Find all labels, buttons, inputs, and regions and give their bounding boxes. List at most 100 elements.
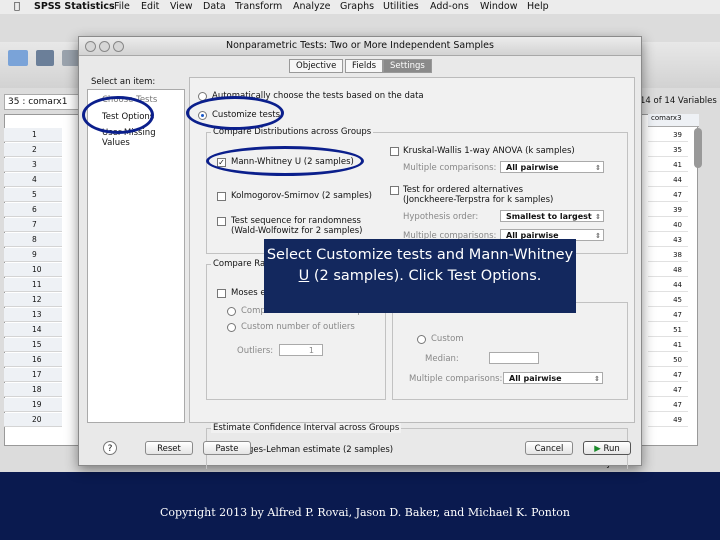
menu-analyze[interactable]: Analyze [293,1,330,12]
data-cell[interactable]: 47 [648,383,688,397]
row-number[interactable]: 18 [4,383,62,397]
select-item-label: Select an item: [91,77,156,87]
data-cell[interactable]: 39 [648,128,688,142]
run-label: Run [603,444,620,454]
menu-spss-statistics[interactable]: SPSS Statistics [34,1,115,12]
open-folder-icon[interactable] [8,50,28,66]
menu-data[interactable]: Data [203,1,226,12]
callout-underlined: U [298,268,310,284]
data-cell[interactable]: 41 [648,158,688,172]
run-button[interactable]: ▶ Run [583,441,631,455]
row-number[interactable]: 13 [4,308,62,322]
outliers-value: 1 [308,346,314,355]
chevron-down-icon: ⇕ [594,375,600,383]
tab-objective[interactable]: Objective [289,59,344,73]
row-number[interactable]: 16 [4,353,62,367]
estimate-ci-title: Estimate Confidence Interval across Grou… [211,423,402,433]
copyright-footer: Copyright 2013 by Alfred P. Rovai, Jason… [160,506,570,519]
custom-outliers-label: Custom number of outliers [241,322,355,332]
data-cell[interactable]: 48 [648,263,688,277]
moses-checkbox[interactable] [217,289,226,298]
compute-outliers-radio[interactable] [227,307,236,316]
multiple-comparisons-value-3: All pairwise [509,374,562,383]
menu-file[interactable]: File [114,1,130,12]
row-number[interactable]: 11 [4,278,62,292]
test-options-highlight [82,96,154,134]
data-cell[interactable]: 47 [648,368,688,382]
row-number[interactable]: 14 [4,323,62,337]
menu-transform[interactable]: Transform [235,1,282,12]
custom-outliers-radio[interactable] [227,323,236,332]
row-number[interactable]: 20 [4,413,62,427]
item-list: Choose Tests Test Options User-Missing V… [87,89,185,423]
data-cell[interactable]: 44 [648,173,688,187]
vertical-scrollbar[interactable] [694,128,702,168]
row-number[interactable]: 7 [4,218,62,232]
menu-add-ons[interactable]: Add-ons [430,1,469,12]
row-number[interactable]: 8 [4,233,62,247]
data-cell[interactable]: 44 [648,278,688,292]
apple-icon[interactable]:  [14,1,20,12]
median-field[interactable] [489,352,539,364]
data-cell[interactable]: 51 [648,323,688,337]
data-cell[interactable]: 35 [648,143,688,157]
row-number[interactable]: 19 [4,398,62,412]
play-icon: ▶ [594,444,601,454]
menu-window[interactable]: Window [480,1,517,12]
menu-utilities[interactable]: Utilities [383,1,419,12]
data-cell[interactable]: 47 [648,398,688,412]
kolmogorov-checkbox[interactable] [217,192,226,201]
menu-bar:  SPSS StatisticsFile Edit View Data Transfo… [0,0,720,15]
median-test-group: Custom Median: Multiple comparisons: All… [392,302,628,400]
hypothesis-order-label: Hypothesis order: [403,212,479,222]
runs-test-checkbox[interactable] [217,217,226,226]
cancel-button[interactable]: Cancel [525,441,573,455]
kruskal-checkbox[interactable] [390,147,399,156]
tab-fields[interactable]: Fields [345,59,384,73]
row-number[interactable]: 3 [4,158,62,172]
row-number[interactable]: 15 [4,338,62,352]
data-cell[interactable]: 40 [648,218,688,232]
reset-button[interactable]: Reset [145,441,193,455]
menu-graphs[interactable]: Graphs [340,1,374,12]
data-cell[interactable]: 38 [648,248,688,262]
data-cell[interactable]: 43 [648,233,688,247]
mann-whitney-highlight [206,146,364,176]
outliers-stepper[interactable]: 1 [279,344,323,356]
menu-help[interactable]: Help [527,1,549,12]
tab-settings[interactable]: Settings [383,59,432,73]
data-cell[interactable]: 39 [648,203,688,217]
ordered-alternatives-checkbox[interactable] [390,186,399,195]
column-header[interactable]: comarx3 [648,114,699,127]
custom-median-radio[interactable] [417,335,426,344]
row-number[interactable]: 4 [4,173,62,187]
menu-edit[interactable]: Edit [141,1,159,12]
row-number[interactable]: 5 [4,188,62,202]
save-icon[interactable] [36,50,54,66]
menu-view[interactable]: View [170,1,193,12]
data-cell[interactable]: 47 [648,188,688,202]
row-number[interactable]: 9 [4,248,62,262]
data-cell[interactable]: 47 [648,308,688,322]
paste-button[interactable]: Paste [203,441,251,455]
row-number[interactable]: 17 [4,368,62,382]
data-cell[interactable]: 41 [648,338,688,352]
ordered-alternatives-sublabel: (Jonckheere-Terpstra for k samples) [403,195,554,205]
multiple-comparisons-select[interactable]: All pairwise ⇕ [500,161,604,173]
row-number[interactable]: 2 [4,143,62,157]
multiple-comparisons-select-3[interactable]: All pairwise ⇕ [503,372,603,384]
row-number[interactable]: 10 [4,263,62,277]
multiple-comparisons-label: Multiple comparisons: [403,163,497,173]
dialog-titlebar: Nonparametric Tests: Two or More Indepen… [79,37,641,56]
data-cell[interactable]: 50 [648,353,688,367]
chevron-down-icon: ⇕ [595,213,601,221]
help-button[interactable]: ? [103,441,117,455]
runs-test-label: Test sequence for randomness [231,216,361,226]
data-cell[interactable]: 45 [648,293,688,307]
row-number[interactable]: 1 [4,128,62,142]
data-cell[interactable]: 49 [648,413,688,427]
hypothesis-order-select[interactable]: Smallest to largest ⇕ [500,210,604,222]
row-number[interactable]: 12 [4,293,62,307]
row-number[interactable]: 6 [4,203,62,217]
dialog-title: Nonparametric Tests: Two or More Indepen… [226,40,494,51]
